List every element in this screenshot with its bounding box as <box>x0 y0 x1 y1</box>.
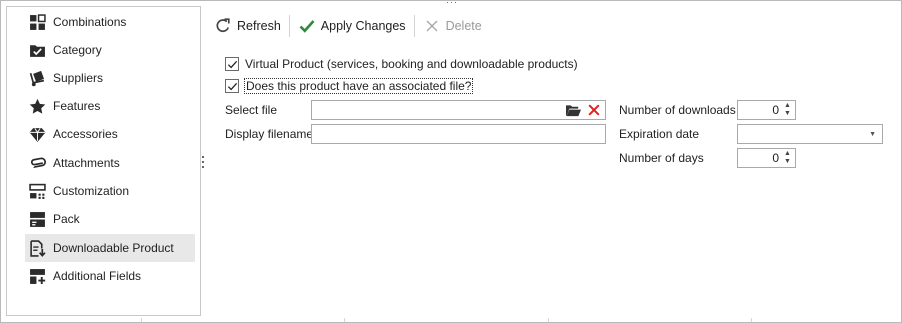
sidebar-item-label: Category <box>53 43 102 57</box>
sidebar-item-downloadable-product[interactable]: Downloadable Product <box>25 234 195 262</box>
display-filename-field[interactable] <box>311 124 606 144</box>
refresh-icon <box>214 17 232 35</box>
number-of-downloads-value: 0 <box>772 103 779 117</box>
virtual-product-row: Virtual Product (services, booking and d… <box>225 57 578 71</box>
sidebar-item-label: Suppliers <box>53 71 104 85</box>
apply-changes-label: Apply Changes <box>320 19 406 33</box>
checkmark-icon <box>298 17 316 35</box>
number-of-days-label: Number of days <box>619 151 704 165</box>
number-of-downloads-stepper[interactable]: 0 ▲ ▼ <box>737 100 796 120</box>
sidebar-item-label: Additional Fields <box>53 269 142 283</box>
number-of-days-value: 0 <box>772 151 779 165</box>
toolbar-separator <box>288 15 290 37</box>
checkmark-icon <box>227 82 237 90</box>
number-of-days-stepper[interactable]: 0 ▲ ▼ <box>737 148 796 168</box>
open-folder-icon[interactable] <box>564 102 582 118</box>
select-file-label: Select file <box>225 103 278 117</box>
paperclip-icon <box>28 154 46 172</box>
delete-x-icon <box>423 17 441 35</box>
pack-icon <box>28 210 46 228</box>
download-file-icon <box>28 239 46 257</box>
sidebar-item-suppliers[interactable]: Suppliers <box>25 64 195 92</box>
sidebar-item-accessories[interactable]: Accessories <box>25 120 195 148</box>
associated-file-label[interactable]: Does this product have an associated fil… <box>243 78 474 94</box>
spin-down-icon[interactable]: ▼ <box>784 110 791 118</box>
spin-up-icon[interactable]: ▲ <box>784 102 791 110</box>
select-file-field[interactable] <box>311 100 606 120</box>
checked-folder-icon <box>28 41 46 59</box>
virtual-product-label[interactable]: Virtual Product (services, booking and d… <box>245 57 578 71</box>
sidebar-item-label: Combinations <box>53 15 127 29</box>
toolbar: Refresh Apply Changes Delete <box>210 13 486 39</box>
sidebar-item-label: Downloadable Product <box>53 241 174 255</box>
grid-icon <box>28 13 46 31</box>
sidebar: Combinations Category Suppliers Features… <box>6 6 201 316</box>
expiration-date-label: Expiration date <box>619 127 700 141</box>
sidebar-item-label: Customization <box>53 184 130 198</box>
associated-file-row: Does this product have an associated fil… <box>225 78 474 94</box>
star-icon <box>28 97 46 115</box>
sidebar-item-label: Attachments <box>53 156 120 170</box>
delete-label: Delete <box>445 19 482 33</box>
spin-up-icon[interactable]: ▲ <box>784 150 791 158</box>
add-fields-icon <box>28 267 46 285</box>
bottom-grid-edge <box>0 318 902 323</box>
expiration-date-picker[interactable]: ▼ <box>737 124 883 144</box>
sidebar-item-combinations[interactable]: Combinations <box>25 8 195 36</box>
refresh-label: Refresh <box>237 19 281 33</box>
number-of-downloads-label: Number of downloads <box>619 103 736 117</box>
splitter-handle[interactable] <box>201 156 205 168</box>
sidebar-item-features[interactable]: Features <box>25 92 195 120</box>
apply-changes-button[interactable]: Apply Changes <box>294 14 410 38</box>
sidebar-item-label: Pack <box>53 212 80 226</box>
clear-file-icon[interactable] <box>585 102 602 118</box>
spin-arrows[interactable]: ▲ ▼ <box>782 101 793 119</box>
virtual-product-checkbox[interactable] <box>225 57 239 71</box>
refresh-button[interactable]: Refresh <box>210 14 285 38</box>
top-resize-grip[interactable]: ··· <box>446 0 457 7</box>
customization-icon <box>28 182 46 200</box>
sidebar-item-category[interactable]: Category <box>25 36 195 64</box>
sidebar-item-label: Accessories <box>53 127 118 141</box>
spin-arrows[interactable]: ▲ ▼ <box>782 149 793 167</box>
sidebar-item-additional-fields[interactable]: Additional Fields <box>25 262 195 290</box>
chevron-down-icon[interactable]: ▼ <box>869 131 876 138</box>
associated-file-checkbox[interactable] <box>225 79 239 93</box>
sidebar-item-label: Features <box>53 99 101 113</box>
toolbar-separator <box>413 15 415 37</box>
sidebar-item-pack[interactable]: Pack <box>25 205 195 233</box>
spin-down-icon[interactable]: ▼ <box>784 158 791 166</box>
delete-button[interactable]: Delete <box>419 14 486 38</box>
display-filename-label: Display filename <box>225 127 314 141</box>
sidebar-item-customization[interactable]: Customization <box>25 177 195 205</box>
hand-truck-icon <box>28 69 46 87</box>
sidebar-item-attachments[interactable]: Attachments <box>25 149 195 177</box>
checkmark-icon <box>227 60 237 68</box>
diamond-icon <box>28 125 46 143</box>
